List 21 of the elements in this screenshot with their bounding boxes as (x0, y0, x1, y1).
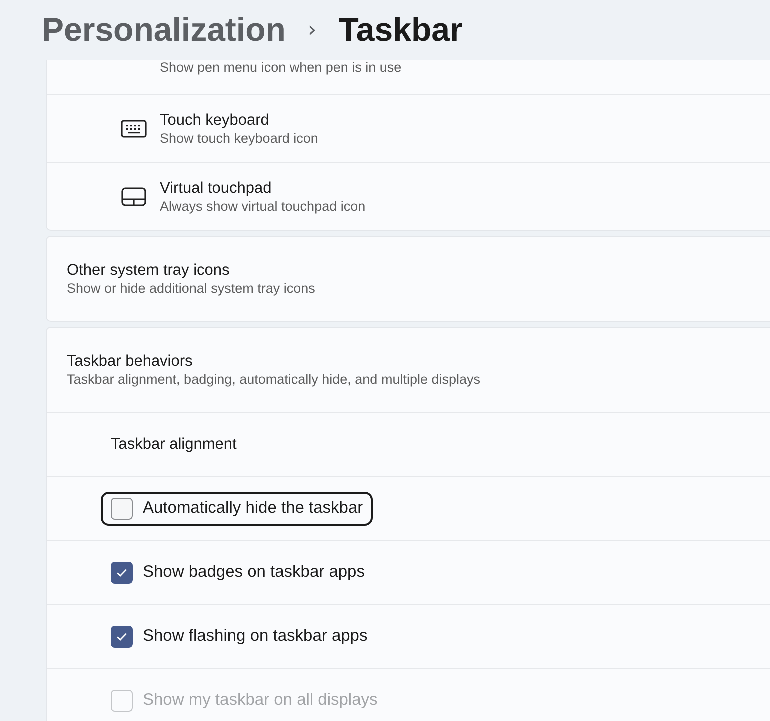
setting-title: Taskbar alignment (111, 436, 237, 454)
setting-description: Taskbar alignment, badging, automatically hide, and multiple displays (67, 372, 480, 387)
setting-description: Show pen menu icon when pen is in use (160, 60, 402, 75)
checkbox[interactable]: Show badges on taskbar apps (101, 556, 375, 590)
setting-description: Always show virtual touchpad icon (160, 198, 366, 214)
setting-title: Taskbar behaviors (67, 353, 193, 371)
setting-title: Touch keyboard (160, 112, 270, 130)
page-title: Taskbar (338, 11, 463, 49)
keyboard-icon (121, 120, 147, 138)
checkmark-icon (116, 632, 128, 642)
setting-description: Show or hide additional system tray icons (67, 281, 316, 296)
breadcrumb-separator: › (308, 18, 317, 42)
checkbox[interactable]: Automatically hide the taskbar (101, 492, 374, 526)
checkbox[interactable]: Show flashing on taskbar apps (101, 620, 378, 654)
setting-title: Virtual touchpad (160, 180, 272, 198)
setting-title: Other system tray icons (67, 262, 230, 280)
checkmark-icon (116, 568, 128, 578)
settings-card[interactable]: Other system tray icons Show or hide additional system tray icons (46, 236, 770, 322)
touchpad-icon (121, 186, 147, 206)
setting-description: Show touch keyboard icon (160, 130, 318, 146)
breadcrumb-parent[interactable]: Personalization (42, 11, 286, 49)
